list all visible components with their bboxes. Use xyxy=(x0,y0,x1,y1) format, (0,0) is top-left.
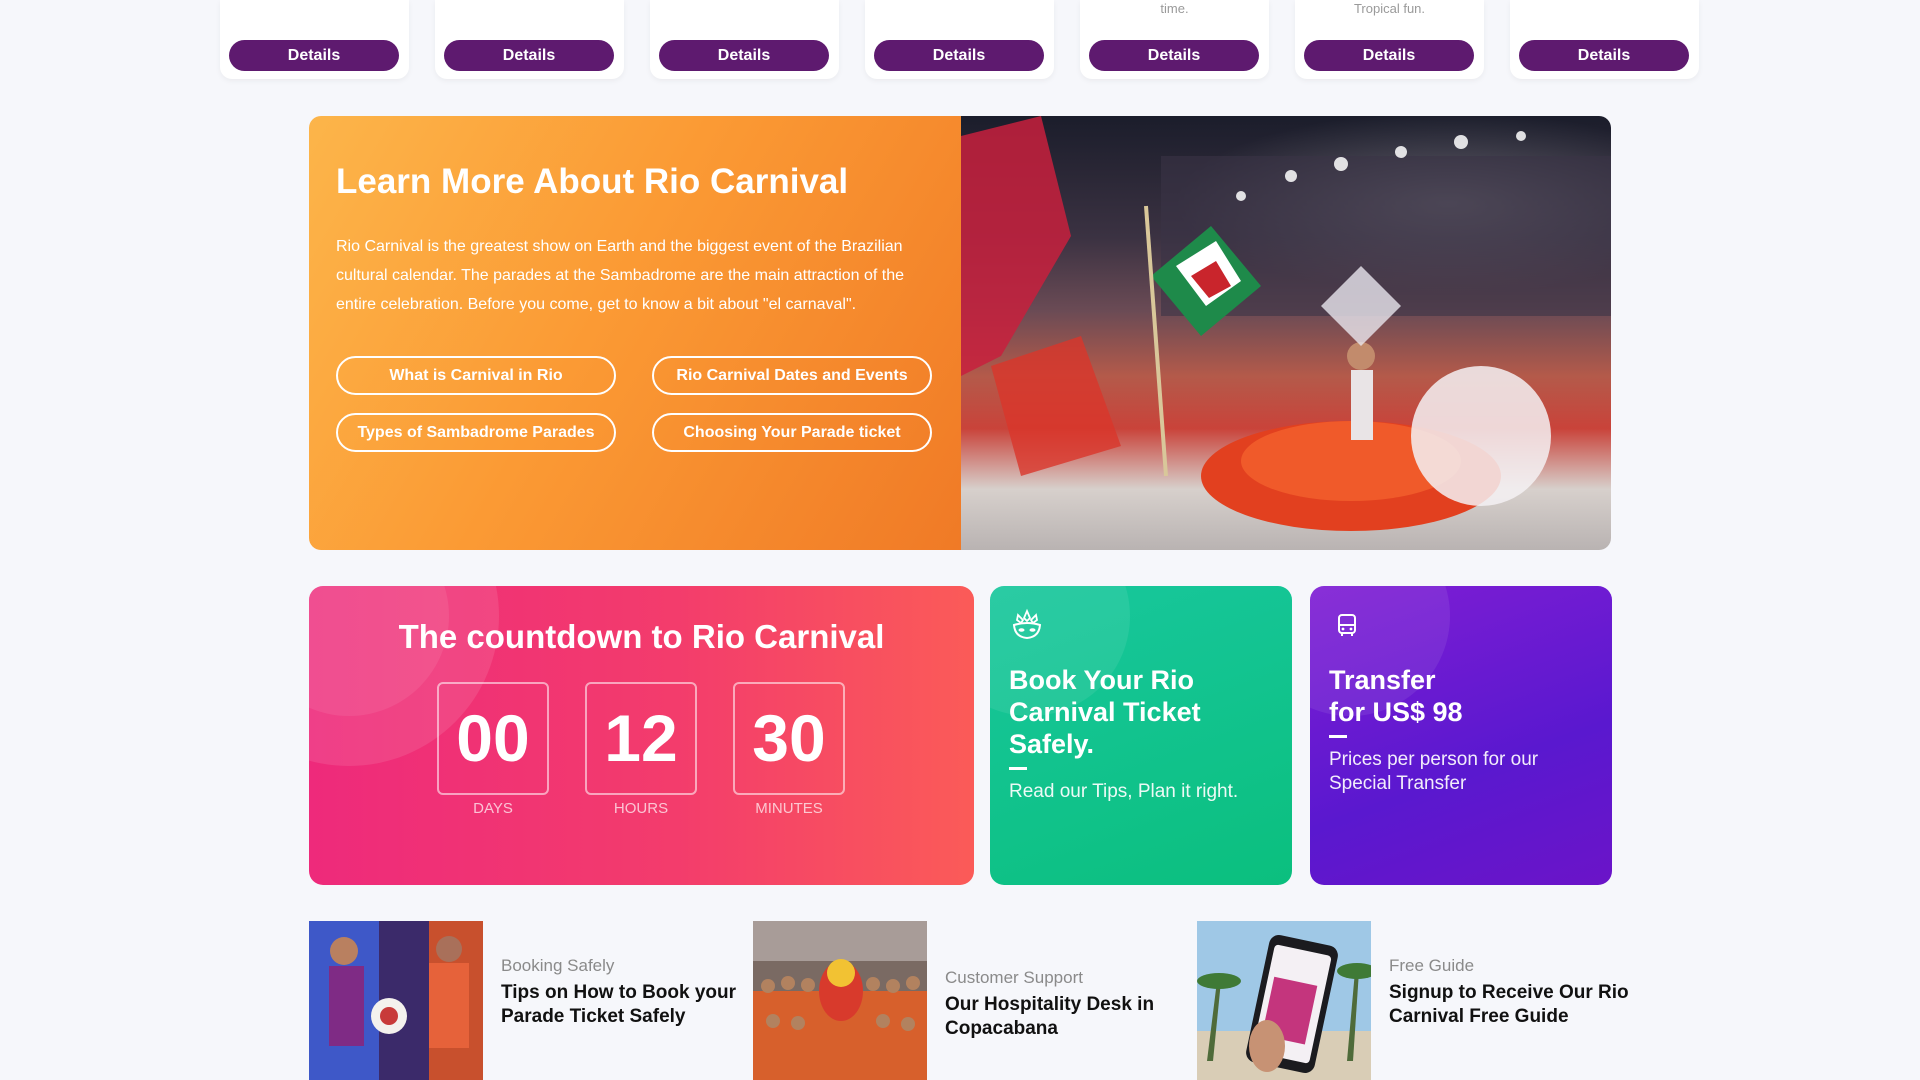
countdown-days-label: DAYS xyxy=(473,800,513,817)
countdown-hours-label: HOURS xyxy=(613,800,669,817)
link-what-is-carnival[interactable]: What is Carnival in Rio xyxy=(336,356,616,395)
package-card: time. Details xyxy=(1080,0,1269,79)
countdown-minutes-value: 30 xyxy=(733,682,845,795)
article-title: Our Hospitality Desk in Copacabana xyxy=(945,994,1155,1039)
article-thumbnail xyxy=(1197,921,1371,1080)
article-image xyxy=(1197,921,1371,1080)
article-image xyxy=(309,921,483,1080)
article-image xyxy=(753,921,927,1080)
details-card-strip: Details Details Details Details time. De… xyxy=(0,0,1920,80)
book-ticket-subtitle: Read our Tips, Plan it right. xyxy=(1009,781,1239,802)
package-card: Details xyxy=(1510,0,1699,79)
package-card: Details xyxy=(865,0,1054,79)
article-customer-support[interactable]: Customer Support Our Hospitality Desk in… xyxy=(753,921,1183,1080)
package-card: Details xyxy=(435,0,624,79)
learn-more-panel: Learn More About Rio Carnival Rio Carniv… xyxy=(309,116,961,550)
countdown-title: The countdown to Rio Carnival xyxy=(398,618,885,655)
details-button[interactable]: Details xyxy=(659,40,829,71)
link-choosing-ticket[interactable]: Choosing Your Parade ticket xyxy=(652,413,932,452)
details-button[interactable]: Details xyxy=(444,40,614,71)
article-title: Signup to Receive Our Rio Carnival Free … xyxy=(1389,982,1629,1027)
transfer-subtitle: Prices per person for our Special Transf… xyxy=(1329,749,1539,794)
article-category: Free Guide xyxy=(1389,956,1475,975)
mask-icon xyxy=(1012,608,1042,640)
link-sambadrome-parades[interactable]: Types of Sambadrome Parades xyxy=(336,413,616,452)
article-free-guide[interactable]: Free Guide Signup to Receive Our Rio Car… xyxy=(1197,921,1629,1080)
article-title: Tips on How to Book your Parade Ticket S… xyxy=(501,982,737,1027)
article-thumbnail xyxy=(753,921,927,1080)
transfer-card[interactable]: Transfer for US$ 98 Prices per person fo… xyxy=(1310,586,1612,885)
countdown-minutes-label: MINUTES xyxy=(755,800,823,817)
countdown-days-value: 00 xyxy=(437,682,549,795)
divider xyxy=(1329,735,1347,738)
book-ticket-title: Book Your Rio Carnival Ticket Safely. xyxy=(1009,665,1201,759)
divider xyxy=(1009,767,1027,770)
transfer-title-line2: for US$ 98 xyxy=(1329,697,1463,727)
details-button[interactable]: Details xyxy=(229,40,399,71)
article-category: Customer Support xyxy=(945,968,1083,987)
details-button[interactable]: Details xyxy=(1089,40,1259,71)
transfer-title: Transfer for US$ 98 xyxy=(1329,664,1599,728)
carnival-parade-photo xyxy=(961,116,1611,550)
learn-more-title: Learn More About Rio Carnival xyxy=(336,162,849,201)
details-button[interactable]: Details xyxy=(874,40,1044,71)
details-button[interactable]: Details xyxy=(1304,40,1474,71)
book-ticket-card[interactable]: Book Your Rio Carnival Ticket Safely. Re… xyxy=(990,586,1292,885)
card-snippet: Tropical fun. xyxy=(1353,1,1426,16)
article-category: Booking Safely xyxy=(501,956,615,975)
learn-more-description: Rio Carnival is the greatest show on Ear… xyxy=(336,238,905,313)
learn-more-banner: Learn More About Rio Carnival Rio Carniv… xyxy=(309,116,1611,550)
card-snippet: time. xyxy=(1160,1,1189,16)
link-dates-and-events[interactable]: Rio Carnival Dates and Events xyxy=(652,356,932,395)
bus-icon xyxy=(1338,614,1356,636)
transfer-title-line1: Transfer xyxy=(1329,665,1436,695)
package-card: Details xyxy=(650,0,839,79)
countdown-panel: The countdown to Rio Carnival 00 DAYS 12… xyxy=(309,586,974,885)
details-button[interactable]: Details xyxy=(1519,40,1689,71)
package-card: Tropical fun. Details xyxy=(1295,0,1484,79)
package-card: Details xyxy=(220,0,409,79)
parade-illustration xyxy=(961,116,1611,531)
countdown-hours-value: 12 xyxy=(585,682,697,795)
article-thumbnail xyxy=(309,921,483,1080)
article-booking-safely[interactable]: Booking Safely Tips on How to Book your … xyxy=(309,921,739,1080)
